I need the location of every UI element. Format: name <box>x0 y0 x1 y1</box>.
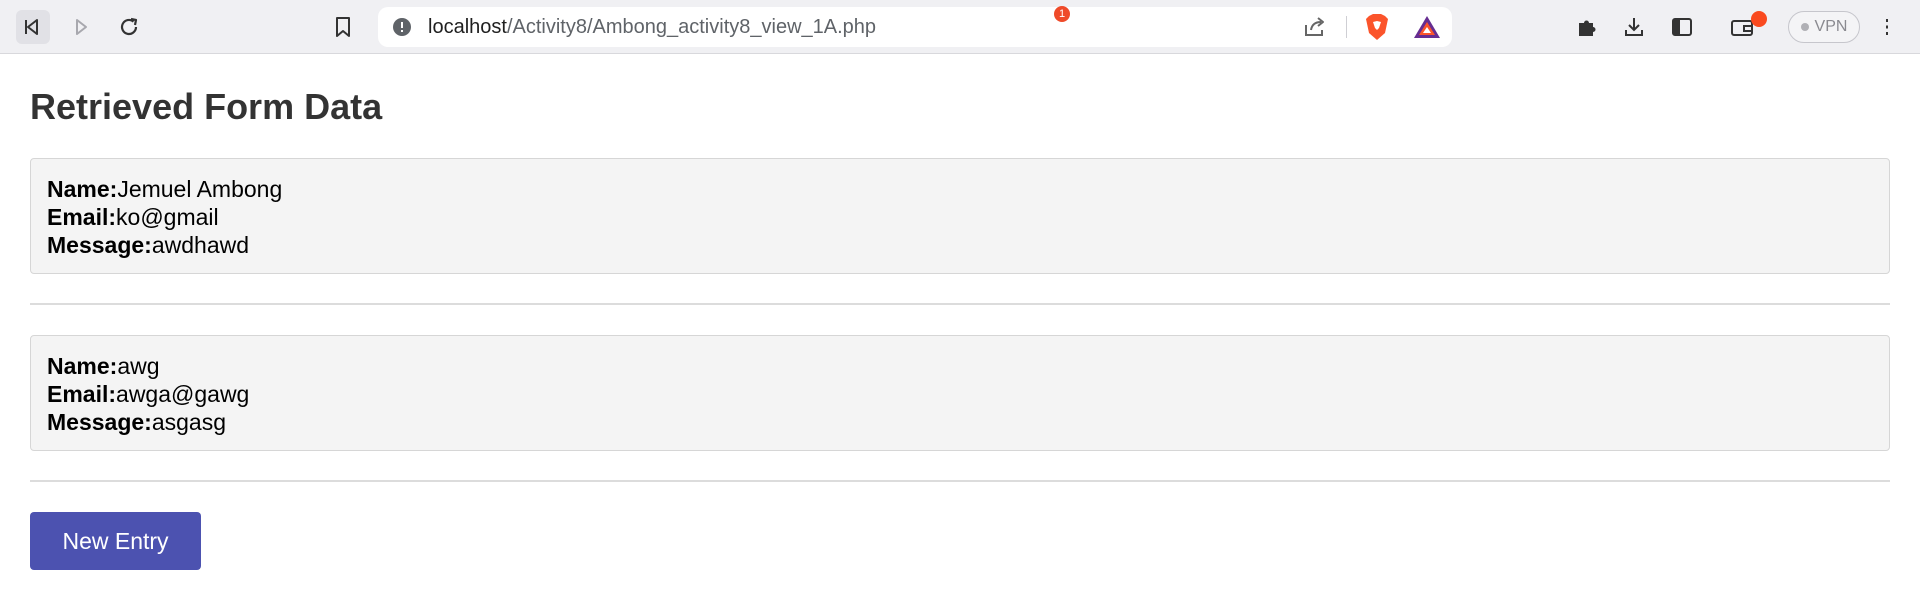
page-title: Retrieved Form Data <box>30 86 383 127</box>
message-value: asgasg <box>151 409 226 435</box>
email-value: awga@gawg <box>116 381 250 407</box>
browser-toolbar: localhost/Activity8/Ambong_activity8_vie… <box>0 0 1920 54</box>
bookmark-button[interactable] <box>326 10 360 44</box>
share-icon[interactable] <box>1302 15 1328 39</box>
entry-card: Name:Jemuel Ambong Email:ko@gmail Messag… <box>30 158 1890 274</box>
info-icon[interactable] <box>392 17 412 37</box>
divider <box>30 480 1890 482</box>
entry-card: Name:awg Email:awga@gawg Message:asgasg <box>30 335 1890 451</box>
rewards-badge: 1 <box>1054 6 1070 22</box>
brave-rewards-icon[interactable] <box>1412 13 1442 41</box>
name-value: Jemuel Ambong <box>117 176 283 202</box>
brave-shield-icon[interactable] <box>1364 13 1390 41</box>
email-label: Email: <box>47 204 117 230</box>
menu-button[interactable] <box>1870 10 1904 44</box>
back-icon <box>25 19 38 35</box>
email-value: ko@gmail <box>116 204 219 230</box>
email-label: Email: <box>47 381 117 407</box>
address-bar[interactable]: localhost/Activity8/Ambong_activity8_vie… <box>378 7 1452 47</box>
url-path: /Activity8/Ambong_activity8_view_1A.php <box>506 16 877 38</box>
entry-email-row: Email:ko@gmail <box>47 203 1873 231</box>
message-label: Message: <box>47 409 152 435</box>
vpn-button[interactable]: VPN <box>1788 11 1860 43</box>
forward-button[interactable] <box>64 10 98 44</box>
name-label: Name: <box>47 176 118 202</box>
sidebar-icon <box>1672 18 1692 36</box>
new-entry-button[interactable]: New Entry <box>30 512 201 570</box>
divider <box>30 303 1890 305</box>
back-button[interactable] <box>16 10 50 44</box>
reload-button[interactable] <box>112 10 146 44</box>
vpn-label: VPN <box>1814 18 1848 35</box>
message-label: Message: <box>47 232 152 258</box>
menu-icon <box>1886 19 1888 35</box>
name-value: awg <box>117 353 160 379</box>
extensions-button[interactable] <box>1570 10 1604 44</box>
entry-message-row: Message:asgasg <box>47 408 1873 436</box>
entry-message-row: Message:awdhawd <box>47 231 1873 259</box>
downloads-button[interactable] <box>1617 10 1651 44</box>
download-icon <box>1625 18 1643 36</box>
vpn-status-icon <box>1800 23 1809 31</box>
reload-icon <box>120 17 138 36</box>
sidebar-button[interactable] <box>1665 10 1699 44</box>
message-value: awdhawd <box>151 232 250 258</box>
bookmark-icon <box>336 17 350 37</box>
forward-icon <box>76 19 87 35</box>
name-label: Name: <box>47 353 118 379</box>
wallet-notification-dot <box>1751 11 1767 27</box>
entry-name-row: Name:Jemuel Ambong <box>47 175 1873 203</box>
entry-name-row: Name:awg <box>47 352 1873 380</box>
url-text[interactable]: localhost/Activity8/Ambong_activity8_vie… <box>428 16 876 38</box>
entry-email-row: Email:awga@gawg <box>47 380 1873 408</box>
extensions-icon <box>1579 20 1596 36</box>
url-host: localhost <box>428 16 507 38</box>
address-bar-separator <box>1346 16 1347 38</box>
